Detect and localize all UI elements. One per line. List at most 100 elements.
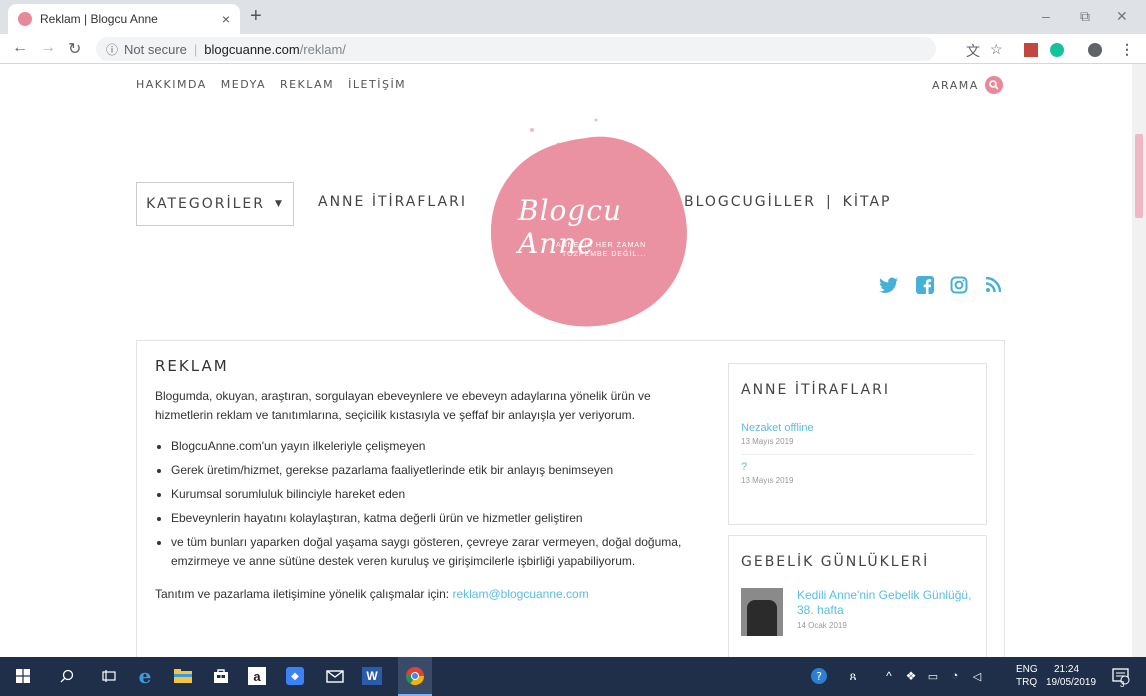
forward-arrow-icon[interactable]: → <box>40 39 56 57</box>
clock-time[interactable]: 21:24 <box>1054 664 1079 676</box>
list-item: ? 13 Mayıs 2019 <box>741 455 974 493</box>
contact-text: Tanıtım ve pazarlama iletişimine yönelik… <box>155 587 450 601</box>
nav-anne-itiraflari[interactable]: ANNE İTİRAFLARI <box>318 194 467 210</box>
help-icon[interactable]: ? <box>808 665 830 687</box>
nav-separator: | <box>825 194 833 210</box>
edge-icon[interactable]: e <box>134 664 156 688</box>
nav-iletisim[interactable]: İLETİŞİM <box>348 78 406 91</box>
tab-close-icon[interactable]: × <box>222 11 230 27</box>
instagram-icon[interactable] <box>948 274 970 296</box>
contact-email-link[interactable]: reklam@blogcuanne.com <box>452 587 588 601</box>
reload-icon[interactable]: ↻ <box>68 39 81 59</box>
content-card: REKLAM Blogumda, okuyan, araştıran, sorg… <box>136 340 1005 657</box>
bookmark-star-icon[interactable]: ☆ <box>990 41 1003 58</box>
battery-icon[interactable]: ▭ <box>922 665 944 687</box>
close-window-button[interactable]: ✕ <box>1116 8 1128 25</box>
tab-title: Reklam | Blogcu Anne <box>40 12 158 26</box>
twitter-icon[interactable] <box>878 274 900 296</box>
list-item: Kedili Anne'nin Gebelik Günlüğü, 38. haf… <box>741 588 974 636</box>
article: REKLAM Blogumda, okuyan, araştıran, sorg… <box>155 357 700 604</box>
info-icon[interactable]: ⓘ <box>106 41 118 58</box>
grammarly-icon[interactable] <box>1050 43 1064 57</box>
logo-tagline-1: ANNELİK HER ZAMAN <box>556 242 647 249</box>
nav-reklam[interactable]: REKLAM <box>280 78 334 91</box>
new-tab-button[interactable]: + <box>250 6 262 26</box>
language-bottom[interactable]: TRQ <box>1016 677 1037 689</box>
back-arrow-icon[interactable]: ← <box>12 39 28 57</box>
notification-count: 3 <box>1120 680 1125 689</box>
list-item: Nezaket offline 13 Mayıs 2019 <box>741 416 974 455</box>
nav-blogcugiller[interactable]: BLOGCUGİLLER <box>684 194 816 210</box>
mail-icon[interactable] <box>324 665 346 687</box>
url-field[interactable]: ⓘ Not secure | blogcuanne.com/reklam/ <box>96 37 936 61</box>
store-icon[interactable] <box>210 665 232 687</box>
scrollbar-thumb[interactable] <box>1135 134 1143 218</box>
contact-line: Tanıtım ve pazarlama iletişimine yönelik… <box>155 585 700 604</box>
pdf-extension-icon[interactable] <box>1024 43 1038 57</box>
widget-title: ANNE İTİRAFLARI <box>741 382 890 398</box>
chrome-icon[interactable] <box>398 657 432 696</box>
post-date: 13 Mayıs 2019 <box>741 476 794 485</box>
nav-hakkimda[interactable]: HAKKIMDA <box>136 78 207 91</box>
post-link[interactable]: ? <box>741 461 974 473</box>
top-navigation: HAKKIMDA MEDYA REKLAM İLETİŞİM <box>136 78 406 91</box>
site-logo[interactable]: Blogcu Anne ANNELİK HER ZAMAN TOZPEMBE D… <box>474 116 704 346</box>
list-item: Ebeveynlerin hayatını kolaylaştıran, kat… <box>171 509 700 528</box>
menu-dots-icon[interactable]: ⋮ <box>1120 41 1134 58</box>
browser-tab-bar: Reklam | Blogcu Anne × + – ⧉ ✕ <box>0 0 1146 34</box>
word-icon[interactable]: W <box>362 667 382 685</box>
wifi-icon[interactable]: ◔ <box>944 665 966 687</box>
search-icon[interactable] <box>56 665 78 687</box>
url-path: /reklam/ <box>299 41 346 57</box>
article-intro: Blogumda, okuyan, araştıran, sorgulayan … <box>155 389 651 422</box>
post-date: 13 Mayıs 2019 <box>741 437 794 446</box>
nav-medya[interactable]: MEDYA <box>221 78 266 91</box>
url-host: blogcuanne.com <box>204 41 300 57</box>
main-nav-right: BLOGCUGİLLER | KİTAP <box>684 194 891 210</box>
categories-dropdown[interactable]: KATEGORİLER ▼ <box>136 182 294 226</box>
volume-icon[interactable]: ◁ <box>966 665 988 687</box>
url-separator: | <box>193 41 198 57</box>
facebook-icon[interactable] <box>914 274 936 296</box>
categories-label: KATEGORİLER <box>146 196 265 212</box>
profile-avatar-icon[interactable] <box>1088 43 1102 57</box>
windows-taskbar: e a ◆ W ? ጸ ^ ❖ ▭ ◔ ◁ ENG TRQ 21:24 19/0… <box>0 657 1146 696</box>
language-top[interactable]: ENG <box>1016 664 1038 676</box>
dropbox-tray-icon[interactable]: ❖ <box>900 665 922 687</box>
browser-tab[interactable]: Reklam | Blogcu Anne × <box>8 4 240 34</box>
rss-icon[interactable] <box>982 274 1004 296</box>
not-secure-label: Not secure <box>124 41 187 57</box>
post-link[interactable]: Kedili Anne'nin Gebelik Günlüğü, 38. haf… <box>797 588 974 618</box>
post-link[interactable]: Nezaket offline <box>741 422 974 434</box>
post-thumbnail[interactable] <box>741 588 783 636</box>
search-icon <box>984 76 1003 94</box>
web-page: HAKKIMDA MEDYA REKLAM İLETİŞİM ARAMA Blo… <box>0 64 1146 657</box>
windows-start-icon[interactable] <box>12 665 34 687</box>
clock-date[interactable]: 19/05/2019 <box>1046 677 1096 689</box>
caret-down-icon: ▼ <box>275 199 284 209</box>
address-bar: ← → ↻ ⓘ Not secure | blogcuanne.com/rekl… <box>0 34 1146 64</box>
list-item: BlogcuAnne.com'un yayın ilkeleriyle çeli… <box>171 437 700 456</box>
anne-itiraflari-widget: ANNE İTİRAFLARI Nezaket offline 13 Mayıs… <box>728 363 987 525</box>
svg-text:?: ? <box>816 670 822 683</box>
page-scrollbar[interactable] <box>1132 64 1146 657</box>
logo-tagline-2: TOZPEMBE DEĞİL... <box>562 251 647 258</box>
search-label: ARAMA <box>932 78 979 92</box>
favicon-icon <box>18 12 32 26</box>
nav-kitap[interactable]: KİTAP <box>843 194 892 210</box>
people-icon[interactable]: ጸ <box>842 665 864 687</box>
gebelik-gunlukleri-widget: GEBELİK GÜNLÜKLERİ Kedili Anne'nin Gebel… <box>728 535 987 657</box>
restore-button[interactable]: ⧉ <box>1080 8 1090 25</box>
widget-title: GEBELİK GÜNLÜKLERİ <box>741 554 930 570</box>
task-view-icon[interactable] <box>98 665 120 687</box>
chevron-up-icon[interactable]: ^ <box>878 665 900 687</box>
minimize-button[interactable]: – <box>1042 8 1050 24</box>
list-item: Gerek üretim/hizmet, gerekse pazarlama f… <box>171 461 700 480</box>
amazon-icon[interactable]: a <box>248 667 266 685</box>
translate-icon[interactable]: 文 <box>966 41 980 61</box>
article-bullet-list: BlogcuAnne.com'un yayın ilkeleriyle çeli… <box>155 437 700 571</box>
dropbox-icon[interactable]: ◆ <box>286 667 304 685</box>
search-button[interactable]: ARAMA <box>932 76 1003 94</box>
file-explorer-icon[interactable] <box>172 665 194 687</box>
list-item: ve tüm bunları yaparken doğal yaşama say… <box>171 533 700 571</box>
